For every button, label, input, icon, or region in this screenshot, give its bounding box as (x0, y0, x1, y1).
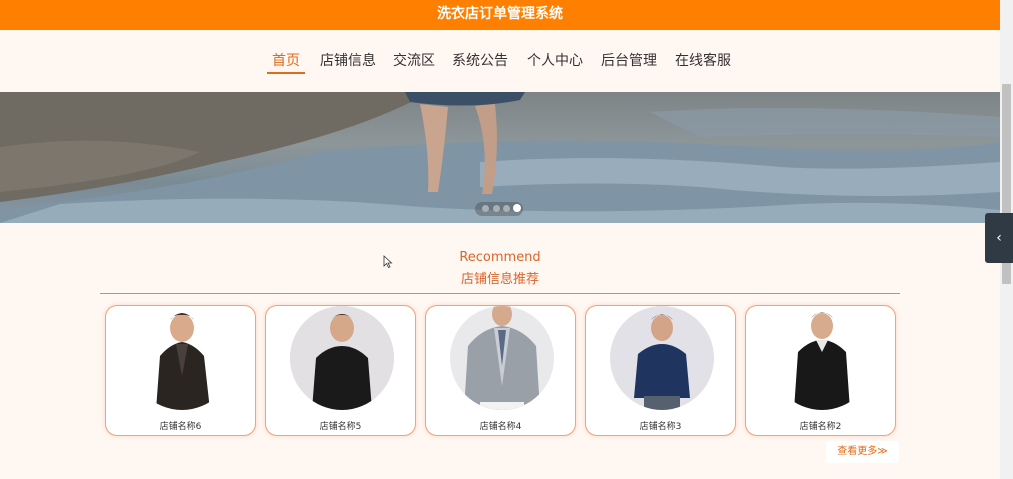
shop-card[interactable]: 店铺名称5 (265, 305, 416, 436)
section-title-en: Recommend (459, 250, 541, 265)
shop-image (450, 306, 554, 410)
nav-item-admin[interactable]: 后台管理 (601, 52, 657, 76)
shop-card[interactable]: 店铺名称2 (745, 305, 896, 436)
section-divider (100, 293, 900, 294)
shop-name: 店铺名称5 (319, 422, 362, 432)
carousel-dot[interactable] (503, 205, 510, 212)
app-title-bar: 洗衣店订单管理系统 (0, 0, 1000, 30)
page: 洗衣店订单管理系统 首页 店铺信息 交流区 系统公告 个人中心 后台管理 在线客… (0, 0, 1000, 479)
shop-image (290, 306, 394, 410)
nav-item-announcements[interactable]: 系统公告 (452, 52, 508, 76)
recommend-section: Recommend 店铺信息推荐 店铺名称6 店铺名称5 店铺名称4 店铺名称3… (0, 230, 1000, 479)
carousel-dot[interactable] (493, 205, 500, 212)
main-nav: 首页 店铺信息 交流区 系统公告 个人中心 后台管理 在线客服 (0, 30, 1000, 92)
mouse-cursor-icon (383, 255, 393, 269)
hero-carousel[interactable] (0, 92, 1000, 223)
carousel-dot-active[interactable] (513, 204, 521, 212)
nav-item-profile[interactable]: 个人中心 (527, 52, 583, 76)
shop-name: 店铺名称2 (799, 422, 842, 432)
shop-name: 店铺名称6 (159, 422, 202, 432)
side-panel-toggle[interactable]: ‹ (985, 213, 1013, 263)
nav-item-shop-info[interactable]: 店铺信息 (320, 52, 376, 76)
shop-card[interactable]: 店铺名称3 (585, 305, 736, 436)
app-title: 洗衣店订单管理系统 (437, 6, 563, 22)
shop-card[interactable]: 店铺名称6 (105, 305, 256, 436)
section-title-cn: 店铺信息推荐 (460, 272, 539, 287)
nav-item-forum[interactable]: 交流区 (393, 52, 435, 76)
carousel-dot[interactable] (482, 205, 489, 212)
carousel-indicators (475, 202, 525, 216)
nav-item-support[interactable]: 在线客服 (675, 52, 731, 76)
nav-item-home[interactable]: 首页 (267, 52, 305, 76)
shop-card[interactable]: 店铺名称4 (425, 305, 576, 436)
shop-image (130, 306, 234, 410)
chevron-left-icon: ‹ (996, 230, 1002, 246)
shop-image (770, 306, 874, 410)
shop-name: 店铺名称4 (479, 422, 522, 432)
shop-image (610, 306, 714, 410)
view-more-link[interactable]: 查看更多≫ (826, 441, 899, 463)
shop-name: 店铺名称3 (639, 422, 682, 432)
